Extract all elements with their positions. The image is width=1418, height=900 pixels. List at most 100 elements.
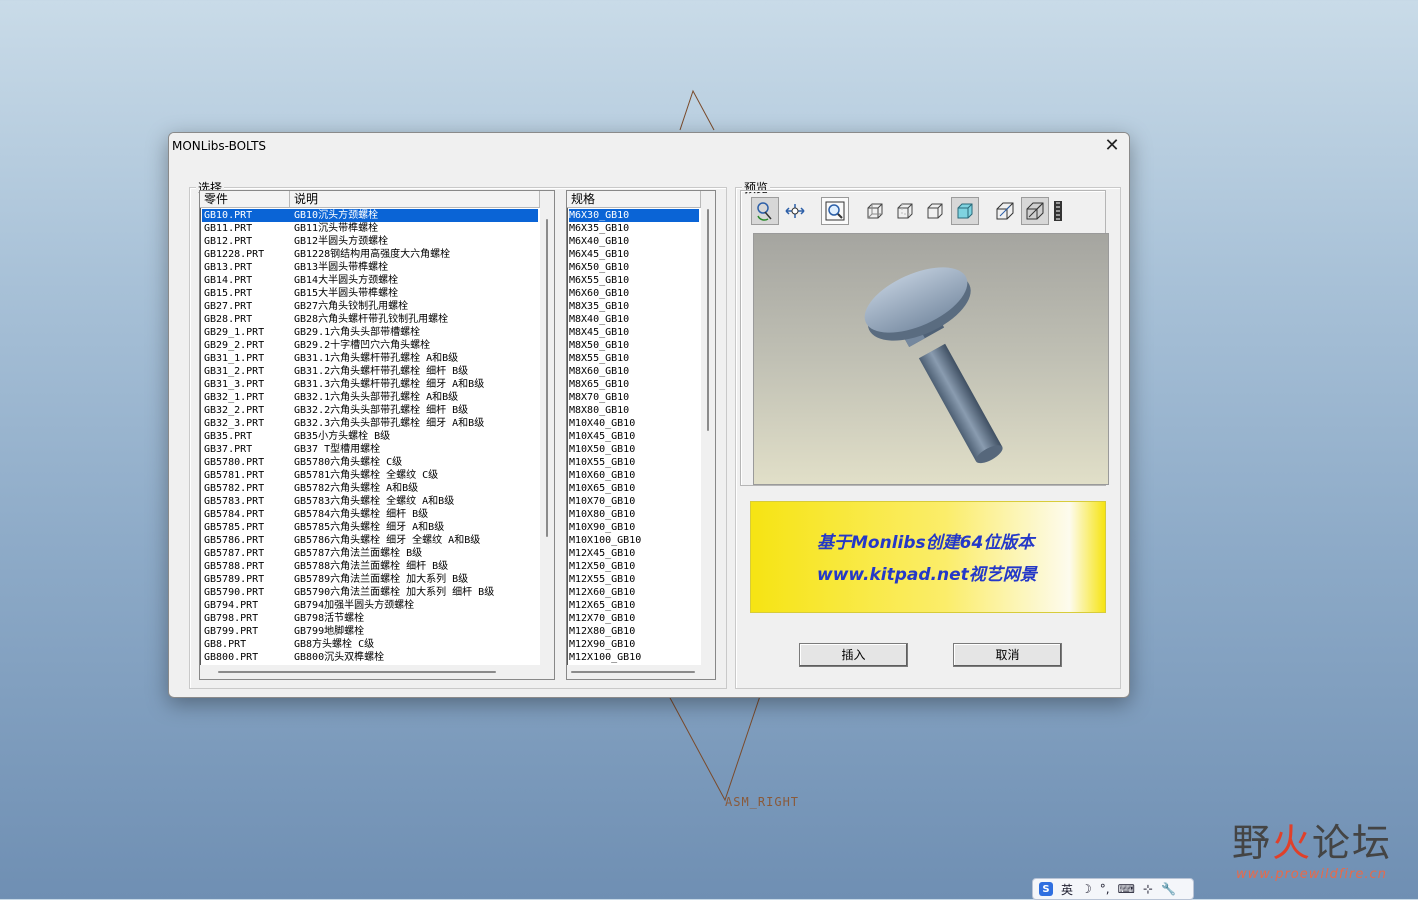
parts-list-row[interactable]: GB5786.PRT GB5786六角头螺栓 细牙 全螺纹 A和B级: [202, 534, 538, 547]
spec-list-row[interactable]: M6X60_GB10: [569, 287, 699, 300]
parts-list-row[interactable]: GB28.PRT GB28六角头螺杆带孔铰制孔用螺栓: [202, 313, 538, 326]
spec-list-row[interactable]: M8X40_GB10: [569, 313, 699, 326]
spec-hscroll[interactable]: [567, 665, 715, 679]
parts-list-row[interactable]: GB10.PRT GB10沉头方颈螺栓: [202, 209, 538, 222]
spec-list-row[interactable]: M10X45_GB10: [569, 430, 699, 443]
ime-keyboard-icon[interactable]: ⌨: [1118, 882, 1135, 896]
spec-list-row[interactable]: M8X60_GB10: [569, 365, 699, 378]
ime-language[interactable]: 英: [1061, 881, 1073, 898]
parts-list-row[interactable]: GB5782.PRT GB5782六角头螺栓 A和B级: [202, 482, 538, 495]
spec-list-row[interactable]: M6X30_GB10: [569, 209, 699, 222]
ime-moon-icon[interactable]: ☽: [1081, 882, 1092, 896]
parts-hscroll[interactable]: [200, 665, 554, 679]
parts-list-row[interactable]: GB14.PRT GB14大半圆头方颈螺栓: [202, 274, 538, 287]
spec-vscroll[interactable]: [701, 191, 715, 665]
parts-list-row[interactable]: GB32_3.PRT GB32.3六角头头部带孔螺栓 细牙 A和B级: [202, 417, 538, 430]
header-spec[interactable]: 规格: [567, 191, 701, 207]
parts-list-row[interactable]: GB8.PRT GB8方头螺栓 C级: [202, 638, 538, 651]
zoom-window-icon[interactable]: [821, 197, 849, 225]
spec-list-row[interactable]: M10X40_GB10: [569, 417, 699, 430]
parts-list-row[interactable]: GB5787.PRT GB5787六角法兰面螺栓 B级: [202, 547, 538, 560]
parts-list-row[interactable]: GB35.PRT GB35小方头螺栓 B级: [202, 430, 538, 443]
spec-list-row[interactable]: M12X90_GB10: [569, 638, 699, 651]
spec-list-row[interactable]: M12X50_GB10: [569, 560, 699, 573]
spec-list-row[interactable]: M12X55_GB10: [569, 573, 699, 586]
spec-list-row[interactable]: M8X65_GB10: [569, 378, 699, 391]
close-button[interactable]: ✕: [1101, 135, 1123, 157]
spec-list[interactable]: 规格 M6X30_GB10 M6X35_GB10 M6X40_GB10 M6X45_G…: [566, 190, 716, 680]
spec-hscroll-thumb[interactable]: [571, 671, 695, 673]
parts-list-row[interactable]: GB799.PRT GB799地脚螺栓: [202, 625, 538, 638]
spec-list-row[interactable]: M12X60_GB10: [569, 586, 699, 599]
parts-list-row[interactable]: GB12.PRT GB12半圆头方颈螺栓: [202, 235, 538, 248]
spec-list-row[interactable]: M10X70_GB10: [569, 495, 699, 508]
film-icon[interactable]: [1051, 197, 1065, 225]
parts-list-row[interactable]: GB29_1.PRT GB29.1六角头头部带槽螺栓: [202, 326, 538, 339]
parts-list-row[interactable]: GB5789.PRT GB5789六角法兰面螺栓 加大系列 B级: [202, 573, 538, 586]
header-description[interactable]: 说明: [290, 191, 540, 207]
perspective-icon[interactable]: [991, 197, 1019, 225]
parts-list-row[interactable]: GB794.PRT GB794加强半圆头方颈螺栓: [202, 599, 538, 612]
spec-list-row[interactable]: M12X65_GB10: [569, 599, 699, 612]
parts-list-row[interactable]: GB798.PRT GB798活节螺栓: [202, 612, 538, 625]
spec-list-row[interactable]: M8X70_GB10: [569, 391, 699, 404]
parts-list-row[interactable]: GB37.PRT GB37 T型槽用螺栓: [202, 443, 538, 456]
header-part[interactable]: 零件: [200, 191, 290, 207]
parts-vscroll-thumb[interactable]: [546, 219, 548, 537]
parts-list-row[interactable]: GB31_3.PRT GB31.3六角头螺杆带孔螺栓 细牙 A和B级: [202, 378, 538, 391]
spec-list-row[interactable]: M6X40_GB10: [569, 235, 699, 248]
parts-list-row[interactable]: GB31_1.PRT GB31.1六角头螺杆带孔螺栓 A和B级: [202, 352, 538, 365]
parts-list-row[interactable]: GB5783.PRT GB5783六角头螺栓 全螺纹 A和B级: [202, 495, 538, 508]
parts-list[interactable]: 零件 说明 GB10.PRT GB10沉头方颈螺栓 GB11.PRT GB11沉头带榫…: [199, 190, 555, 680]
spec-list-row[interactable]: M12X100_GB10: [569, 651, 699, 664]
spec-list-row[interactable]: M10X60_GB10: [569, 469, 699, 482]
spec-list-row[interactable]: M6X50_GB10: [569, 261, 699, 274]
spec-list-row[interactable]: M8X45_GB10: [569, 326, 699, 339]
spec-list-row[interactable]: M10X65_GB10: [569, 482, 699, 495]
shading-icon[interactable]: [951, 197, 979, 225]
parts-list-row[interactable]: GB11.PRT GB11沉头带榫螺栓: [202, 222, 538, 235]
parts-list-row[interactable]: GB29_2.PRT GB29.2十字槽凹穴六角头螺栓: [202, 339, 538, 352]
spec-list-row[interactable]: M6X55_GB10: [569, 274, 699, 287]
parts-list-row[interactable]: GB5784.PRT GB5784六角头螺栓 细杆 B级: [202, 508, 538, 521]
wireframe-icon[interactable]: [861, 197, 889, 225]
spec-list-row[interactable]: M8X35_GB10: [569, 300, 699, 313]
no-hidden-icon[interactable]: [921, 197, 949, 225]
hidden-line-icon[interactable]: [891, 197, 919, 225]
spec-vscroll-thumb[interactable]: [707, 209, 709, 431]
parts-list-row[interactable]: GB5781.PRT GB5781六角头螺栓 全螺纹 C级: [202, 469, 538, 482]
spin-icon[interactable]: [751, 197, 779, 225]
parts-list-row[interactable]: GB13.PRT GB13半圆头带榫螺栓: [202, 261, 538, 274]
spec-list-row[interactable]: M8X55_GB10: [569, 352, 699, 365]
spec-list-row[interactable]: M10X50_GB10: [569, 443, 699, 456]
spec-list-row[interactable]: M6X45_GB10: [569, 248, 699, 261]
spec-list-row[interactable]: M10X100_GB10: [569, 534, 699, 547]
spec-list-row[interactable]: M10X80_GB10: [569, 508, 699, 521]
title-bar[interactable]: MONLibs-BOLTS ✕: [169, 133, 1129, 159]
parts-list-row[interactable]: GB27.PRT GB27六角头铰制孔用螺栓: [202, 300, 538, 313]
insert-button[interactable]: 插入: [799, 643, 908, 667]
spec-list-row[interactable]: M6X35_GB10: [569, 222, 699, 235]
orient-icon[interactable]: [1021, 197, 1049, 225]
model-preview[interactable]: [753, 233, 1109, 485]
parts-list-row[interactable]: GB32_1.PRT GB32.1六角头头部带孔螺栓 A和B级: [202, 391, 538, 404]
parts-list-row[interactable]: GB15.PRT GB15大半圆头带榫螺栓: [202, 287, 538, 300]
ime-toolbar[interactable]: S 英 ☽ °, ⌨ ⊹ 🔧: [1032, 878, 1194, 900]
parts-list-row[interactable]: GB5785.PRT GB5785六角头螺栓 细牙 A和B级: [202, 521, 538, 534]
ime-punct-icon[interactable]: °,: [1100, 882, 1110, 896]
parts-list-row[interactable]: GB32_2.PRT GB32.2六角头头部带孔螺栓 细杆 B级: [202, 404, 538, 417]
spec-list-row[interactable]: M10X55_GB10: [569, 456, 699, 469]
spec-list-row[interactable]: M8X50_GB10: [569, 339, 699, 352]
parts-vscroll[interactable]: [540, 191, 554, 665]
parts-list-row[interactable]: GB5780.PRT GB5780六角头螺栓 C级: [202, 456, 538, 469]
parts-hscroll-thumb[interactable]: [218, 671, 496, 673]
parts-list-row[interactable]: GB800.PRT GB800沉头双榫螺栓: [202, 651, 538, 664]
spec-list-row[interactable]: M12X80_GB10: [569, 625, 699, 638]
spec-list-row[interactable]: M8X80_GB10: [569, 404, 699, 417]
spec-list-row[interactable]: M10X90_GB10: [569, 521, 699, 534]
cancel-button[interactable]: 取消: [953, 643, 1062, 667]
ime-wrench-icon[interactable]: 🔧: [1161, 882, 1176, 896]
ime-plus-icon[interactable]: ⊹: [1143, 882, 1153, 896]
spec-list-row[interactable]: M12X70_GB10: [569, 612, 699, 625]
parts-list-row[interactable]: GB1228.PRT GB1228钢结构用高强度大六角螺栓: [202, 248, 538, 261]
